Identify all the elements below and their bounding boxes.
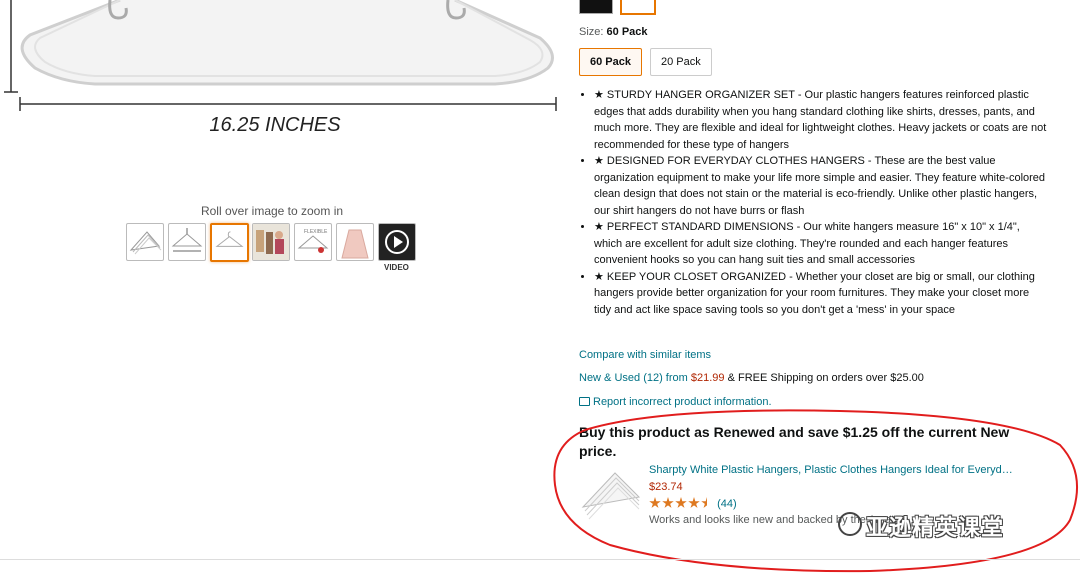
new-used-link[interactable]: New & Used (12) from [579, 372, 688, 384]
thumbnail-hanger-spec[interactable]: FLEXIBLE [294, 223, 332, 261]
dimension-label: 16.25 INCHES [209, 114, 341, 136]
color-swatch-black[interactable] [579, 0, 613, 14]
compare-similar-link[interactable]: Compare with similar items [579, 349, 711, 361]
size-option-60-pack[interactable]: 60 Pack [579, 48, 642, 76]
feature-bullet: ★ STURDY HANGER ORGANIZER SET - Our plas… [594, 87, 1049, 153]
size-option-20-pack[interactable]: 20 Pack [650, 48, 712, 76]
new-used-price[interactable]: $21.99 [691, 372, 725, 384]
thumbnail-video[interactable] [378, 223, 416, 261]
thumbnail-hanger-diagram[interactable] [168, 223, 206, 261]
main-product-image[interactable]: 16.25 INCHES [0, 0, 570, 150]
thumbnail-dress-on-hanger[interactable] [336, 223, 374, 261]
hanger-outline [20, 0, 554, 86]
size-label: Size: [579, 26, 604, 38]
zoom-hint: Roll over image to zoom in [200, 204, 344, 218]
feature-bullet: ★ PERFECT STANDARD DIMENSIONS - Our whit… [594, 219, 1049, 269]
thumbnail-closet-photo[interactable] [252, 223, 290, 261]
size-selected-value: 60 Pack [606, 26, 648, 38]
shipping-text: & FREE Shipping on orders over $25.00 [727, 372, 924, 384]
new-used-offer: New & Used (12) from $21.99 & FREE Shipp… [579, 372, 924, 384]
svg-text:FLEXIBLE: FLEXIBLE [304, 229, 328, 235]
color-swatch-white[interactable] [620, 0, 656, 15]
thumbnail-single-hanger[interactable] [210, 223, 249, 262]
section-divider [0, 559, 1080, 560]
size-line: Size: 60 Pack [579, 26, 648, 38]
feature-bullets: ★ STURDY HANGER ORGANIZER SET - Our plas… [579, 87, 1049, 318]
play-icon [385, 230, 409, 254]
video-label: VIDEO [384, 263, 409, 272]
feature-bullet: ★ DESIGNED FOR EVERYDAY CLOTHES HANGERS … [594, 153, 1049, 219]
red-annotation-circle [553, 409, 1079, 573]
thumbnail-stack-of-hangers[interactable] [126, 223, 164, 261]
feature-bullet: ★ KEEP YOUR CLOSET ORGANIZED - Whether y… [594, 269, 1049, 319]
